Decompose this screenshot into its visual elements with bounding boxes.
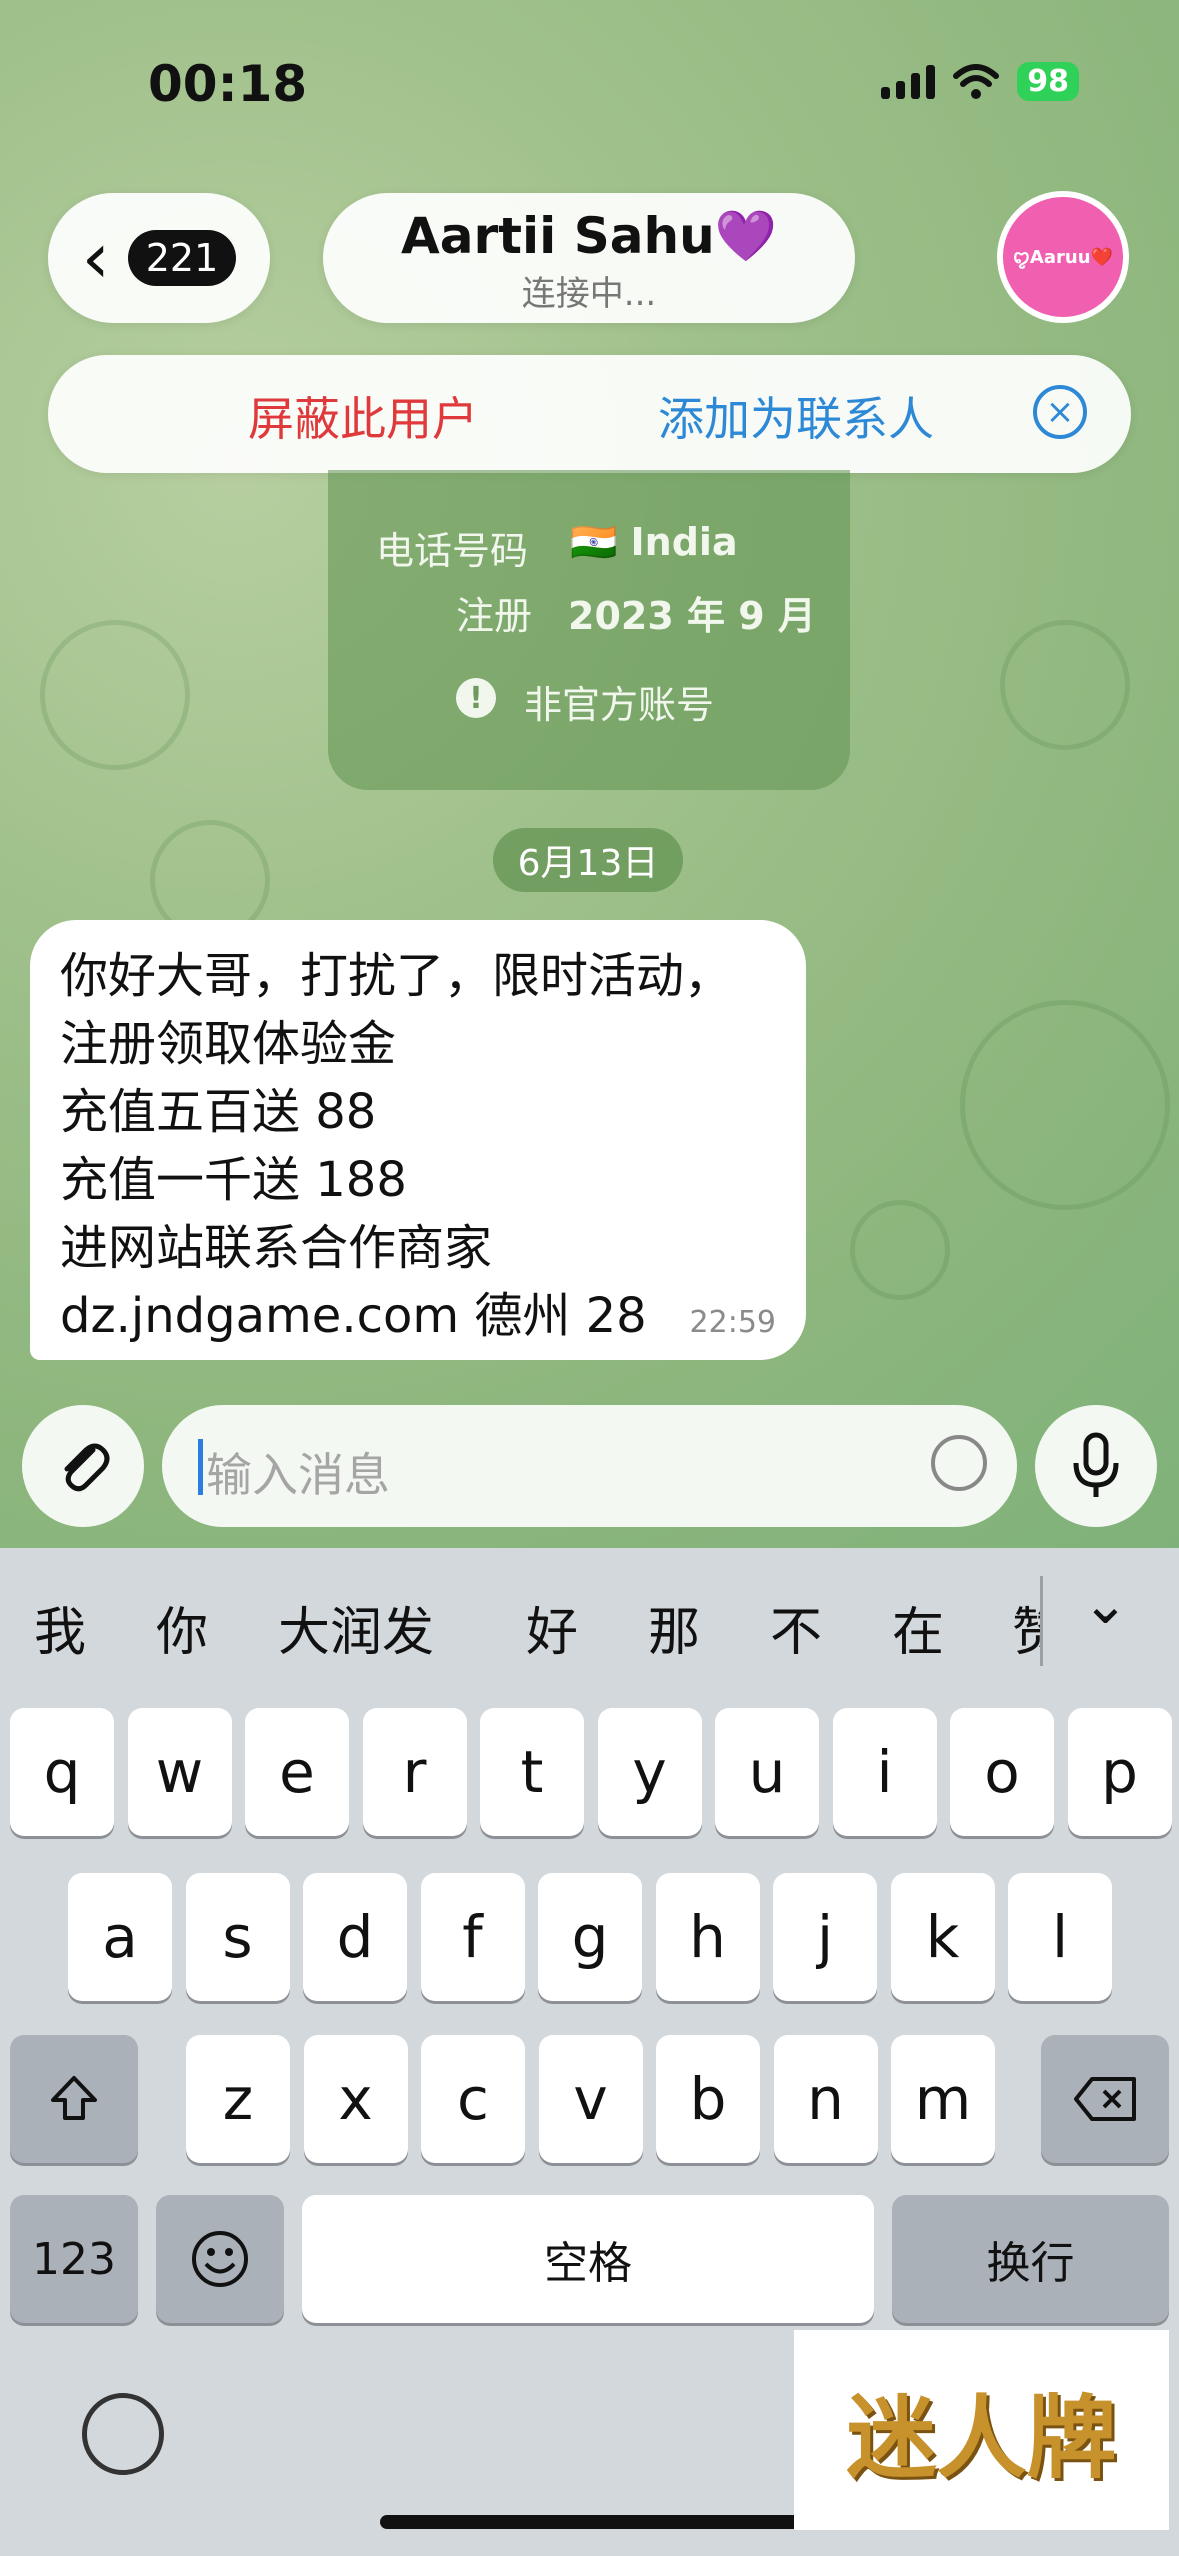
message-line: 你好大哥，打扰了，限时活动， xyxy=(60,948,733,1004)
close-icon[interactable]: × xyxy=(1033,385,1087,439)
message-line: 进网站联系合作商家 xyxy=(60,1220,493,1276)
contact-info-card: 电话号码 🇮🇳 India 注册 2023 年 9 月 ! 非官方账号 xyxy=(328,470,850,790)
contact-name: Aartii Sahu💜 xyxy=(401,207,777,265)
message-line: 充值一千送 188 xyxy=(60,1152,407,1208)
key-v[interactable]: v xyxy=(538,2035,643,2163)
key-a[interactable]: a xyxy=(68,1873,172,2001)
suggestion-divider xyxy=(1040,1576,1043,1666)
message-line: 充值五百送 88 xyxy=(60,1084,377,1140)
add-contact-button[interactable]: 添加为联系人 xyxy=(658,383,934,449)
key-p[interactable]: p xyxy=(1067,1708,1172,1836)
key-g[interactable]: g xyxy=(538,1873,642,2001)
chat-title[interactable]: Aartii Sahu💜 连接中... xyxy=(323,193,855,323)
suggestion-bar: 我 你 大润发 好 那 不 在 赞 ⌄ xyxy=(0,1548,1179,1698)
message-bubble[interactable]: 你好大哥，打扰了，限时活动， 注册领取体验金 充值五百送 88 充值一千送 18… xyxy=(30,920,806,1360)
watermark-logo: 迷人牌 xyxy=(794,2330,1169,2530)
chevron-left-icon: ‹ xyxy=(81,217,110,299)
suggestion-item[interactable]: 你 xyxy=(156,1590,208,1665)
message-time: 22:59 xyxy=(689,1305,776,1340)
doodle-shape xyxy=(1000,620,1130,750)
key-l[interactable]: l xyxy=(1008,1873,1112,2001)
status-icons: 98 xyxy=(881,62,1079,101)
key-x[interactable]: x xyxy=(303,2035,408,2163)
cellular-signal-icon xyxy=(881,64,936,99)
emoji-icon xyxy=(192,2231,248,2287)
suggestion-item[interactable]: 好 xyxy=(526,1590,578,1665)
expand-suggestions-icon[interactable]: ⌄ xyxy=(1082,1572,1129,1637)
key-m[interactable]: m xyxy=(891,2035,995,2163)
key-y[interactable]: y xyxy=(597,1708,702,1836)
microphone-icon xyxy=(1073,1432,1119,1497)
wifi-icon xyxy=(953,63,1000,99)
key-n[interactable]: n xyxy=(773,2035,878,2163)
avatar-text: ꨄAaruu❤️ xyxy=(1013,247,1113,268)
shift-key[interactable] xyxy=(10,2035,138,2163)
key-w[interactable]: w xyxy=(127,1708,232,1836)
key-u[interactable]: u xyxy=(715,1708,819,1836)
message-input[interactable]: 输入消息 xyxy=(162,1405,1017,1527)
space-key[interactable]: 空格 xyxy=(302,2195,874,2323)
key-z[interactable]: z xyxy=(186,2035,290,2163)
key-d[interactable]: d xyxy=(303,1873,407,2001)
message-line: 注册领取体验金 xyxy=(60,1016,397,1072)
contact-action-bar: 屏蔽此用户 添加为联系人 × xyxy=(48,355,1131,473)
key-k[interactable]: k xyxy=(890,1873,995,2001)
key-o[interactable]: o xyxy=(950,1708,1054,1836)
suggestion-item[interactable]: 赞 xyxy=(1012,1590,1040,1665)
shift-icon xyxy=(51,2076,97,2120)
paperclip-icon xyxy=(64,1443,110,1492)
suggestion-item[interactable]: 不 xyxy=(770,1590,822,1665)
status-time: 00:18 xyxy=(148,55,308,113)
doodle-shape xyxy=(960,1000,1170,1210)
battery-level: 98 xyxy=(1017,62,1079,101)
key-f[interactable]: f xyxy=(420,1873,525,2001)
emoji-key[interactable] xyxy=(156,2195,284,2323)
key-q[interactable]: q xyxy=(10,1708,114,1836)
backspace-key[interactable] xyxy=(1041,2035,1169,2163)
block-user-button[interactable]: 屏蔽此用户 xyxy=(248,383,478,449)
key-b[interactable]: b xyxy=(656,2035,760,2163)
composer: 输入消息 xyxy=(0,1390,1179,1550)
microphone-button[interactable] xyxy=(1035,1405,1157,1527)
return-key[interactable]: 换行 xyxy=(892,2195,1169,2323)
unofficial-notice: 非官方账号 xyxy=(524,683,715,727)
home-indicator xyxy=(380,2515,800,2529)
warning-icon: ! xyxy=(456,678,496,718)
suggestion-item[interactable]: 在 xyxy=(892,1590,944,1665)
key-e[interactable]: e xyxy=(245,1708,349,1836)
date-separator: 6月13日 xyxy=(493,828,683,892)
key-j[interactable]: j xyxy=(773,1873,877,2001)
message-line: dz.jndgame.com 德州 28 xyxy=(60,1288,647,1344)
attach-button[interactable] xyxy=(22,1405,144,1527)
unread-count-badge: 221 xyxy=(127,230,237,286)
backspace-icon xyxy=(1074,2077,1136,2121)
connection-status: 连接中... xyxy=(521,274,657,314)
sticker-icon[interactable] xyxy=(931,1435,987,1491)
text-caret xyxy=(198,1439,203,1495)
avatar[interactable]: ꨄAaruu❤️ xyxy=(997,191,1129,323)
key-i[interactable]: i xyxy=(832,1708,937,1836)
doodle-shape xyxy=(850,1200,950,1300)
key-s[interactable]: s xyxy=(185,1873,290,2001)
key-h[interactable]: h xyxy=(655,1873,760,2001)
key-t[interactable]: t xyxy=(480,1708,584,1836)
suggestion-item[interactable]: 我 xyxy=(34,1590,86,1665)
message-placeholder: 输入消息 xyxy=(206,1448,390,1502)
key-r[interactable]: r xyxy=(362,1708,467,1836)
phone-label: 电话号码 xyxy=(376,529,529,573)
registered-value: 2023 年 9 月 xyxy=(568,594,816,638)
registered-label: 注册 xyxy=(456,594,533,638)
numbers-key[interactable]: 123 xyxy=(10,2195,138,2323)
suggestion-item[interactable]: 大润发 xyxy=(278,1590,434,1665)
doodle-shape xyxy=(40,620,190,770)
back-button[interactable]: ‹ 221 xyxy=(48,193,270,323)
phone-value: 🇮🇳 India xyxy=(570,520,738,564)
key-c[interactable]: c xyxy=(421,2035,525,2163)
suggestion-item[interactable]: 那 xyxy=(648,1590,700,1665)
globe-icon[interactable] xyxy=(82,2393,164,2475)
